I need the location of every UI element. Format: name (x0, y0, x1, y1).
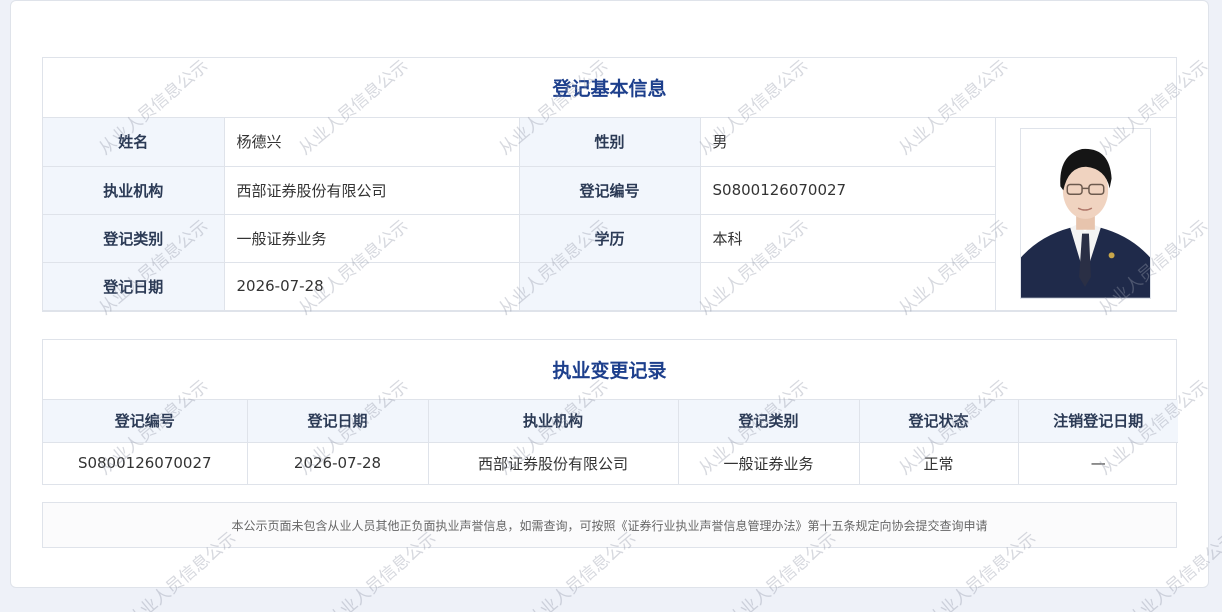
value-name: 杨德兴 (223, 118, 520, 167)
cell-cancel-date: — (1017, 441, 1178, 484)
cell-reg-no: S0800126070027 (43, 441, 248, 484)
cell-status: 正常 (858, 441, 1019, 484)
info-row-name: 姓名 杨德兴 性别 男 (43, 118, 1176, 311)
basic-info-table: 姓名 杨德兴 性别 男 执业机构 西部证券股份有限公司 登记编号 S080012… (43, 118, 1176, 311)
label-reg-no: 登记编号 (518, 165, 701, 215)
records-header-row: 登记编号 登记日期 执业机构 登记类别 登记状态 注销登记日期 (43, 400, 1178, 443)
disclaimer-notice: 本公示页面未包含从业人员其他正负面执业声誉信息，如需查询，可按照《证券行业执业声… (42, 502, 1177, 548)
value-category: 一般证券业务 (223, 213, 520, 263)
value-reg-date: 2026-07-28 (223, 261, 520, 311)
label-category: 登记类别 (43, 213, 225, 263)
col-cancel-date: 注销登记日期 (1017, 400, 1178, 443)
basic-info-section: 登记基本信息 姓名 杨德兴 性别 男 执业机构 西部证券股份有限公司 登记编号 … (42, 57, 1177, 312)
change-records-title: 执业变更记录 (43, 340, 1176, 400)
label-name: 姓名 (43, 118, 225, 167)
table-row: S0800126070027 2026-07-28 西部证券股份有限公司 一般证… (43, 441, 1178, 484)
photo-cell (994, 118, 1176, 311)
label-reg-date: 登记日期 (43, 261, 225, 311)
col-reg-date: 登记日期 (246, 400, 429, 443)
col-category: 登记类别 (677, 400, 860, 443)
cell-category: 一般证券业务 (677, 441, 860, 484)
basic-info-title: 登记基本信息 (43, 58, 1176, 118)
value-reg-no: S0800126070027 (699, 165, 996, 215)
value-empty (699, 261, 996, 311)
value-gender: 男 (699, 118, 996, 167)
label-gender: 性别 (518, 118, 701, 167)
label-education: 学历 (518, 213, 701, 263)
value-education: 本科 (699, 213, 996, 263)
value-org: 西部证券股份有限公司 (223, 165, 520, 215)
col-reg-no: 登记编号 (43, 400, 248, 443)
change-records-section: 执业变更记录 登记编号 登记日期 执业机构 登记类别 登记状态 注销登记日期 S… (42, 339, 1178, 485)
col-status: 登记状态 (858, 400, 1019, 443)
cell-org: 西部证券股份有限公司 (427, 441, 679, 484)
person-photo-icon (1020, 128, 1152, 300)
cell-reg-date: 2026-07-28 (246, 441, 429, 484)
col-org: 执业机构 (427, 400, 679, 443)
label-org: 执业机构 (43, 165, 225, 215)
label-empty (518, 261, 701, 311)
change-records-table: 登记编号 登记日期 执业机构 登记类别 登记状态 注销登记日期 S0800126… (43, 400, 1178, 484)
